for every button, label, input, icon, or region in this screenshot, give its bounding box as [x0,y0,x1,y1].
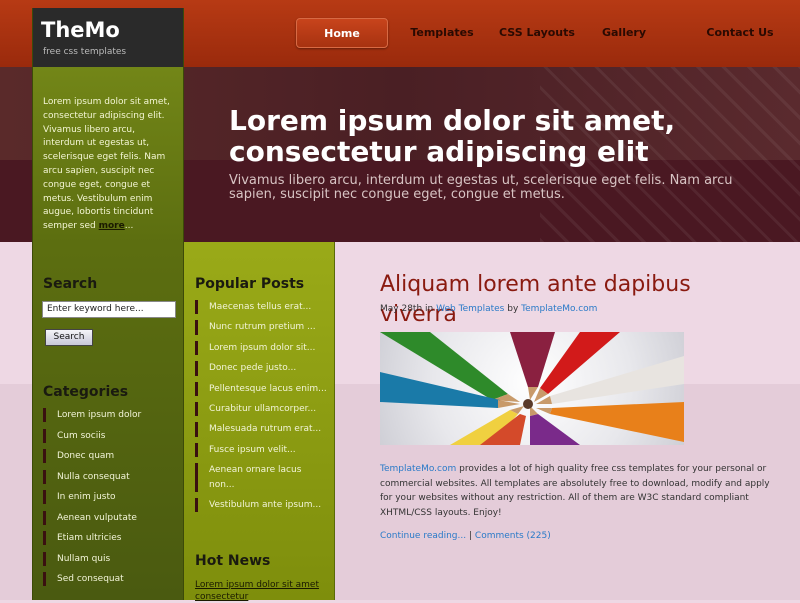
post-title[interactable]: Aliquam lorem ante dapibus viverra [380,270,770,330]
site-tagline: free css templates [43,47,127,57]
post-body: TemplateMo.com provides a lot of high qu… [380,462,770,520]
post-body-link[interactable]: TemplateMo.com [380,464,456,474]
category-item[interactable]: Sed consequat [43,572,178,587]
hot-news-link[interactable]: Lorem ipsum dolor sit amet consectetur [195,579,325,603]
categories-title: Categories [43,384,129,400]
category-item[interactable]: Nulla consequat [43,469,178,484]
intro-text: Lorem ipsum dolor sit amet, consectetur … [43,96,177,234]
continue-reading-link[interactable]: Continue reading... [380,531,466,541]
pencil-points-center [523,399,533,409]
search-title: Search [43,276,98,292]
nav-templates[interactable]: Templates [388,18,496,46]
search-button[interactable]: Search [45,329,93,346]
pencils-group [380,332,684,445]
category-item[interactable]: Donec quam [43,449,178,464]
search-input[interactable]: Enter keyword here... [42,301,176,318]
post-meta: May 28th in Web Templates by TemplateMo.… [380,304,597,314]
popular-post-item[interactable]: Fusce ipsum velit... [195,442,327,458]
popular-post-item[interactable]: Donec pede justo... [195,361,327,376]
category-item[interactable]: Cum sociis [43,428,178,443]
popular-post-item[interactable]: Vestibulum ante ipsum... [195,498,327,513]
popular-posts-list: Maecenas tellus erat... Nunc rutrum pret… [195,300,327,518]
nav-home[interactable]: Home [296,18,388,48]
post-image [380,332,684,445]
post-category-link[interactable]: Web Templates [436,304,504,314]
post: Aliquam lorem ante dapibus viverra [380,270,770,330]
nav-contact-us[interactable]: Contact Us [670,18,800,46]
colored-pencils-illustration [380,332,684,445]
category-item[interactable]: Aenean vulputate [43,510,178,525]
intro-more-link[interactable]: more [99,221,125,231]
post-links: Continue reading... | Comments (225) [380,531,551,541]
categories-list: Lorem ipsum dolor Cum sociis Donec quam … [43,408,178,593]
main-nav: Home Templates CSS Layouts Gallery Conta… [296,18,800,48]
pencil-tip [536,408,552,414]
hot-news-title: Hot News [195,553,271,569]
nav-css-layouts[interactable]: CSS Layouts [496,18,578,46]
post-meta-in: in [425,304,434,314]
post-meta-by: by [507,304,519,314]
popular-post-item[interactable]: Pellentesque lacus enim... [195,381,327,397]
popular-post-item[interactable]: Aenean ornare lacus non... [195,463,309,493]
intro-body: Lorem ipsum dolor sit amet, consectetur … [43,97,170,232]
popular-post-item[interactable]: Maecenas tellus erat... [195,300,327,315]
popular-post-item[interactable]: Nunc rutrum pretium ... [195,320,327,335]
popular-post-item[interactable]: Lorem ipsum dolor sit... [195,340,327,356]
post-links-separator: | [468,531,473,541]
hero-title: Lorem ipsum dolor sit amet, consectetur … [229,104,676,168]
category-item[interactable]: In enim justo [43,490,178,505]
category-item[interactable]: Lorem ipsum dolor [43,408,178,423]
nav-gallery[interactable]: Gallery [578,18,670,46]
comments-link[interactable]: Comments (225) [475,531,551,541]
category-item[interactable]: Etiam ultricies [43,531,178,546]
popular-post-item[interactable]: Curabitur ullamcorper... [195,402,327,417]
post-author-link[interactable]: TemplateMo.com [521,304,597,314]
hero-subtitle: Vivamus libero arcu, interdum ut egestas… [229,173,733,202]
pencil-orange [550,402,684,442]
site-logo[interactable]: TheMo free css templates [33,8,183,67]
intro-ellipsis: ... [124,221,134,232]
site-name: TheMo [41,18,120,42]
popular-posts-title: Popular Posts [195,276,305,292]
category-item[interactable]: Nullam quis [43,551,178,566]
post-date: May 28th [380,304,423,314]
popular-post-item[interactable]: Malesuada rutrum erat... [195,422,327,437]
